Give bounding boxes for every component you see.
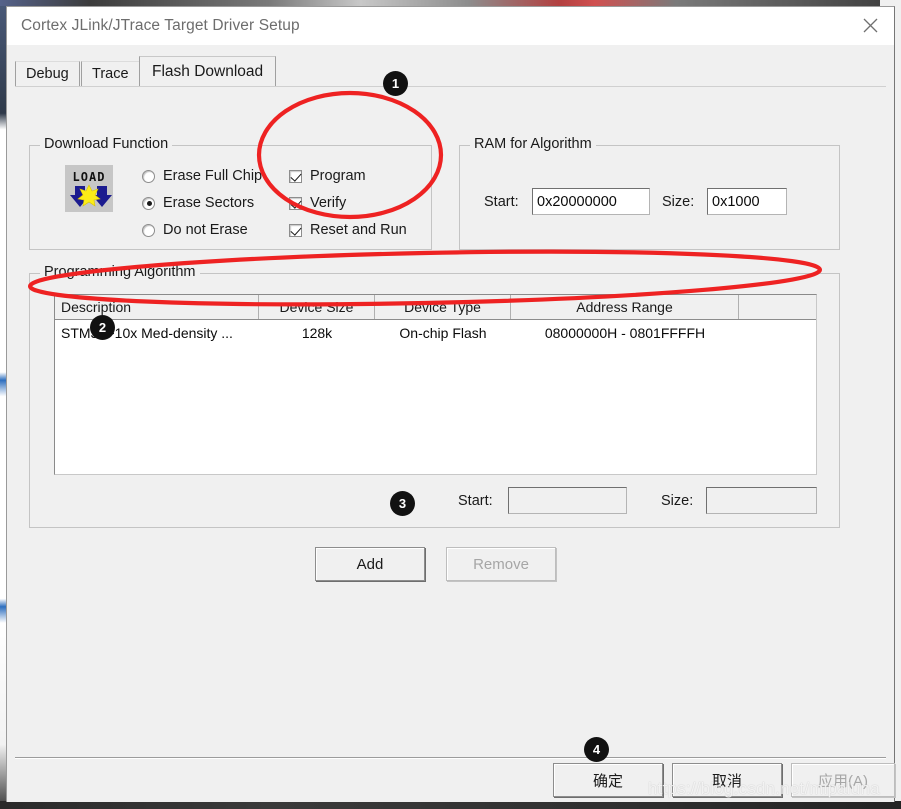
tab-underline <box>15 86 886 87</box>
radio-erase-full-chip[interactable]: Erase Full Chip <box>142 168 262 184</box>
annotation-badge-3: 3 <box>390 491 415 516</box>
algorithm-size-input[interactable] <box>706 487 817 514</box>
close-icon[interactable] <box>846 7 894 44</box>
annotation-badge-2: 2 <box>90 315 115 340</box>
tab-flash-download-label: Flash Download <box>152 62 264 80</box>
checkbox-mark-program <box>289 169 302 183</box>
ram-size-label: Size: <box>662 194 695 210</box>
radio-erase-sectors-label: Erase Sectors <box>163 195 255 211</box>
tab-flash-download[interactable]: Flash Download <box>139 56 277 86</box>
tab-trace[interactable]: Trace <box>81 61 140 86</box>
table-row[interactable]: STM32F10x Med-density ... 128k On-chip F… <box>55 320 816 345</box>
title-bar: Cortex JLink/JTrace Target Driver Setup <box>7 7 894 45</box>
download-function-title: Download Function <box>40 136 173 152</box>
column-header-spacer[interactable] <box>739 295 816 319</box>
cell-device-type: On-chip Flash <box>399 324 487 341</box>
radio-mark-erase-sectors <box>142 196 155 210</box>
target-driver-setup-dialog: Cortex JLink/JTrace Target Driver Setup … <box>6 6 895 802</box>
algorithm-size-label: Size: <box>661 493 694 509</box>
background-strip-bottom <box>0 801 901 809</box>
radio-erase-sectors[interactable]: Erase Sectors <box>142 195 254 211</box>
radio-mark-do-not-erase <box>142 223 155 237</box>
column-header-device-type[interactable]: Device Type <box>375 295 511 319</box>
column-header-description[interactable]: Description <box>55 295 259 319</box>
algorithm-start-label: Start: <box>458 493 493 509</box>
cell-description: STM32F10x Med-density ... <box>61 324 233 341</box>
footer-separator <box>15 757 886 759</box>
tab-debug-label: Debug <box>26 66 69 82</box>
radio-do-not-erase-label: Do not Erase <box>163 222 248 238</box>
checkbox-program[interactable]: Program <box>289 168 366 184</box>
programming-algorithm-title: Programming Algorithm <box>40 264 200 280</box>
cell-device-size: 128k <box>301 324 333 341</box>
ram-for-algorithm-group: RAM for Algorithm Start: 0x20000000 Size… <box>459 136 840 250</box>
dialog-client-area: Debug Trace Flash Download Download Func… <box>7 45 895 802</box>
checkbox-program-label: Program <box>310 168 366 184</box>
tab-trace-label: Trace <box>92 66 129 82</box>
programming-algorithm-group: Programming Algorithm Description Device… <box>29 264 840 528</box>
svg-text:LOAD: LOAD <box>73 170 106 184</box>
column-header-address-range[interactable]: Address Range <box>511 295 739 319</box>
ram-size-input[interactable]: 0x1000 <box>707 188 787 215</box>
add-button[interactable]: Add <box>315 547 425 581</box>
checkbox-mark-reset-and-run <box>289 223 302 237</box>
ram-start-label: Start: <box>484 194 519 210</box>
annotation-badge-4: 4 <box>584 737 609 762</box>
checkbox-verify[interactable]: Verify <box>289 195 346 211</box>
ram-for-algorithm-title: RAM for Algorithm <box>470 136 596 152</box>
radio-mark-erase-full-chip <box>142 169 155 183</box>
ok-button[interactable]: 确定 <box>553 763 663 797</box>
load-icon: LOAD <box>65 165 113 212</box>
apply-button[interactable]: 应用(A) <box>791 763 895 797</box>
programming-algorithm-listview[interactable]: Description Device Size Device Type Addr… <box>54 294 817 475</box>
download-function-group: Download Function LOAD Erase Full Chip E… <box>29 136 432 250</box>
window-title: Cortex JLink/JTrace Target Driver Setup <box>21 17 300 34</box>
radio-do-not-erase[interactable]: Do not Erase <box>142 222 248 238</box>
ram-start-input[interactable]: 0x20000000 <box>532 188 650 215</box>
checkbox-reset-and-run-label: Reset and Run <box>310 222 407 238</box>
tab-debug[interactable]: Debug <box>15 61 80 86</box>
checkbox-reset-and-run[interactable]: Reset and Run <box>289 222 407 238</box>
radio-erase-full-chip-label: Erase Full Chip <box>163 168 263 184</box>
cell-address-range: 08000000H - 0801FFFFH <box>544 324 706 341</box>
annotation-badge-1: 1 <box>383 71 408 96</box>
remove-button[interactable]: Remove <box>446 547 556 581</box>
listview-header-row: Description Device Size Device Type Addr… <box>55 295 816 320</box>
cell-extra <box>739 320 816 345</box>
cancel-button[interactable]: 取消 <box>672 763 782 797</box>
checkbox-verify-label: Verify <box>310 195 347 211</box>
checkbox-mark-verify <box>289 196 302 210</box>
tab-strip: Debug Trace Flash Download <box>15 55 886 86</box>
algorithm-start-input[interactable] <box>508 487 627 514</box>
column-header-device-size[interactable]: Device Size <box>259 295 375 319</box>
